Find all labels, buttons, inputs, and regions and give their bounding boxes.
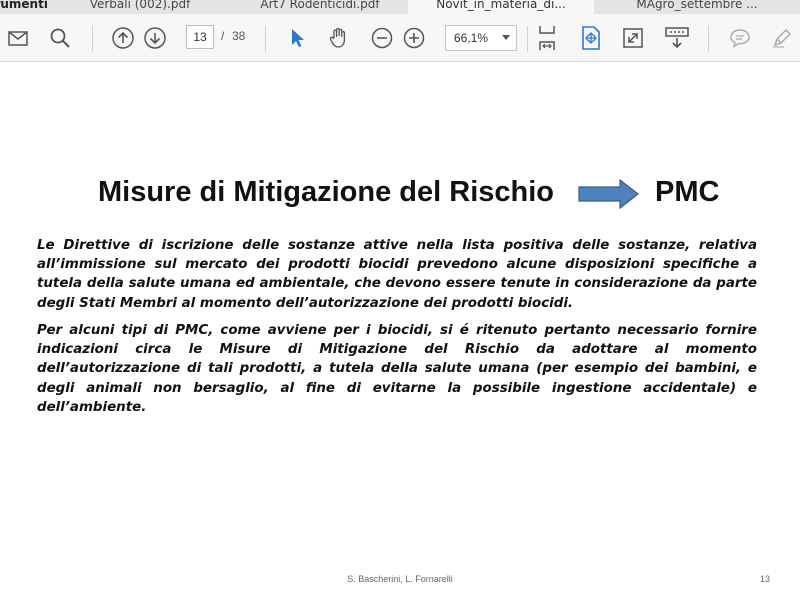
search-button[interactable] [46,24,74,52]
tab-verbali[interactable]: Verbali (002).pdf [48,0,233,14]
zoom-in-button[interactable] [400,24,428,52]
fit-width-icon [539,26,555,50]
search-icon [50,28,70,48]
slide-title: Misure di Mitigazione del Rischio [98,176,554,208]
paragraph-1: Le Direttive di iscrizione delle sostanz… [37,238,757,311]
page-number-value: 13 [193,30,207,44]
email-button[interactable] [4,24,32,52]
chevron-down-icon [502,35,510,40]
scroll-mode-button[interactable] [663,24,691,52]
full-screen-button[interactable] [619,24,647,52]
full-screen-icon [623,28,643,48]
tab-label: MAgro_settembre ... [636,0,758,11]
footer-author: S. Bascherini, L. Fornarelli [347,574,453,584]
toolbar: 13 / 38 66,1% [0,14,800,62]
select-tool-button[interactable] [283,24,311,52]
comment-button[interactable] [726,24,754,52]
fit-page-icon [582,26,600,50]
zoom-out-icon [371,27,393,49]
tab-novit[interactable]: Novit_in_materia_di... [408,0,595,14]
scroll-mode-icon [665,27,689,49]
zoom-select[interactable]: 66,1% [445,25,517,51]
fit-width-button[interactable] [533,24,561,52]
next-page-button[interactable] [141,24,169,52]
right-arrow-icon [578,179,639,209]
cursor-arrow-icon [292,29,304,47]
hand-tool-button[interactable] [325,24,353,52]
footer-page-number: 13 [760,574,771,584]
tab-label: Novit_in_materia_di... [436,0,566,11]
toolbar-divider [265,26,266,52]
toolbar-divider [92,26,93,52]
arrow-up-circle-icon [112,27,134,49]
tab-magro[interactable]: MAgro_settembre ... [594,0,800,14]
toolbar-divider [527,26,528,52]
toolbar-divider [708,26,709,52]
slide-title-pmc: PMC [655,176,720,208]
tab-label: Verbali (002).pdf [89,0,191,11]
page-separator: / [221,29,225,43]
page-total: 38 [232,29,246,43]
comment-icon [730,29,750,49]
zoom-in-icon [403,27,425,49]
tab-label: Art7 Rodenticidi.pdf [260,0,380,11]
page-number-input[interactable]: 13 [186,25,214,49]
tab-home[interactable]: Strumenti [0,0,49,14]
tab-art7[interactable]: Art7 Rodenticidi.pdf [232,0,409,14]
arrow-down-circle-icon [144,27,166,49]
tab-bar: Strumenti Verbali (002).pdf Art7 Rodenti… [0,0,800,14]
document-page: Misure di Mitigazione del Rischio PMC Le… [0,62,800,600]
fit-page-button[interactable] [577,24,605,52]
zoom-value: 66,1% [454,31,489,45]
highlight-button[interactable] [768,24,796,52]
hand-icon [329,27,346,48]
pen-icon [773,29,791,48]
envelope-icon [8,31,28,46]
paragraph-2: Per alcuni tipi di PMC, come avviene per… [37,323,757,415]
previous-page-button[interactable] [109,24,137,52]
zoom-out-button[interactable] [368,24,396,52]
